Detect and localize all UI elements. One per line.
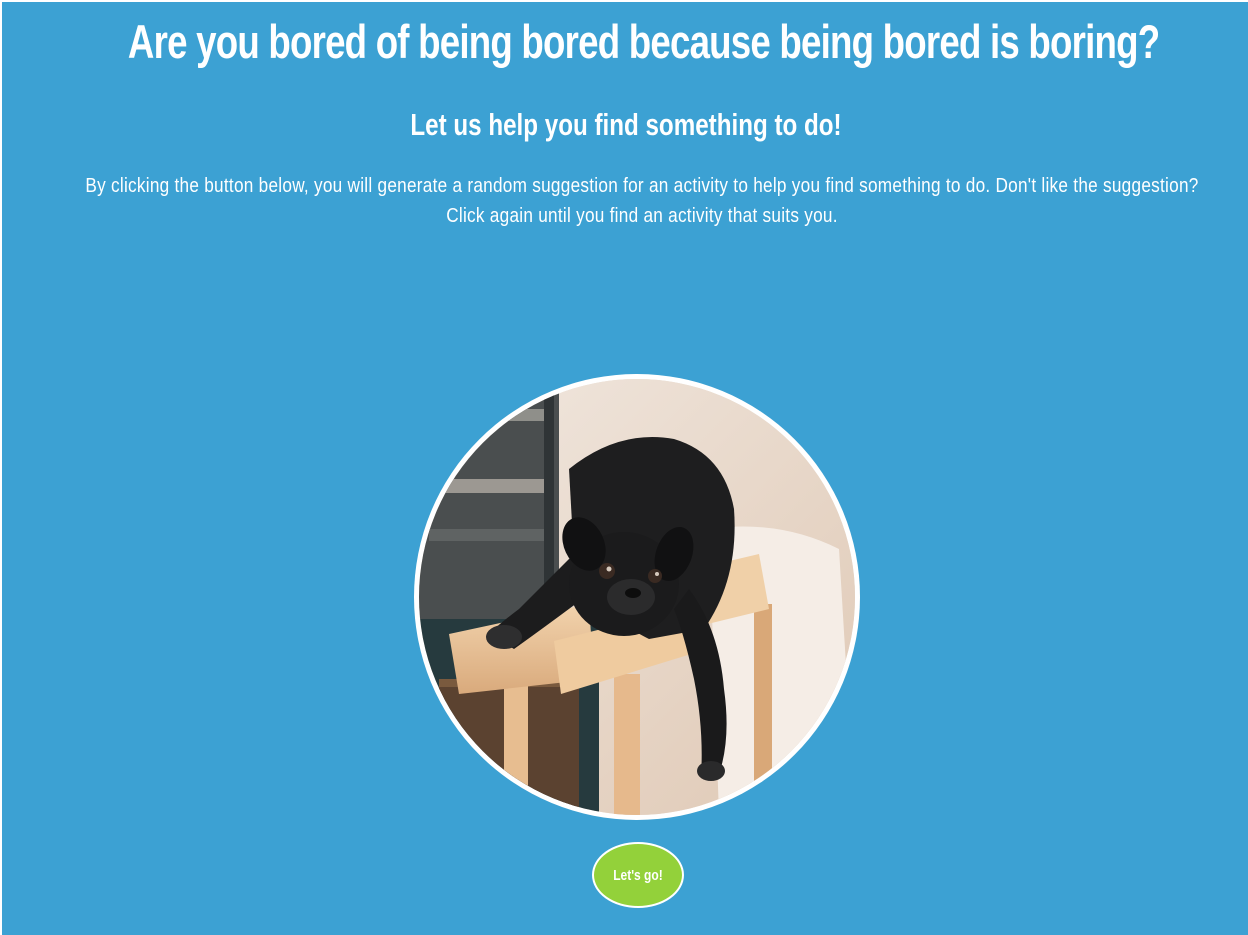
- page-title: Are you bored of being bored because bei…: [127, 15, 1160, 68]
- lets-go-button[interactable]: Let's go!: [592, 842, 684, 908]
- bored-pug-image: [419, 379, 855, 815]
- page-subtitle: Let us help you find something to do!: [410, 107, 842, 142]
- pug-illustration: [419, 379, 855, 815]
- hero-image-frame: [414, 374, 860, 820]
- intro-text: By clicking the button below, you will g…: [85, 175, 1199, 227]
- page: Are you bored of being bored because bei…: [2, 2, 1248, 935]
- lets-go-label: Let's go!: [613, 866, 663, 884]
